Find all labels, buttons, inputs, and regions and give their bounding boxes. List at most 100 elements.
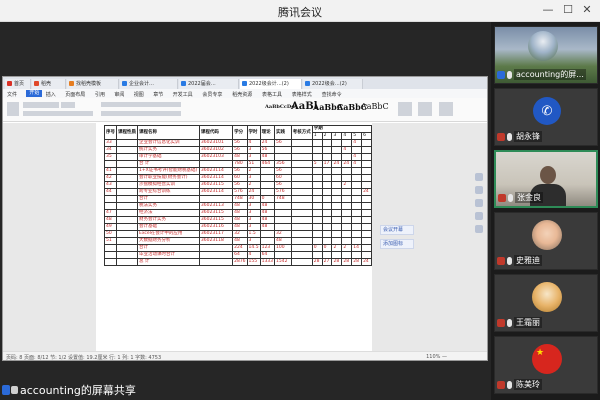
theory-cell: 1333 — [259, 258, 276, 266]
microphone-icon[interactable] — [507, 132, 512, 141]
close-button[interactable]: ✕ — [580, 3, 594, 17]
participant-tile[interactable]: accounting的屏... — [494, 26, 598, 84]
row-number-cell — [104, 160, 117, 168]
menu-item[interactable]: 开发工具 — [173, 91, 193, 98]
theory-cell — [259, 237, 276, 245]
practice-cell: 60 — [274, 174, 292, 182]
microphone-icon[interactable] — [507, 380, 512, 389]
toolbar-icon[interactable] — [475, 173, 483, 181]
participant-tile[interactable]: 张金良 — [494, 150, 598, 208]
paragraph-buttons[interactable] — [101, 102, 181, 107]
document-page: 序号 课程性质 课程名称 课程代码 学分 学时 理论 实践 考核方式 学期 1 2 3 4 5 6 33 企业会计… — [96, 123, 373, 353]
table-row: 47 经济法 36023115 48 3 48 — [104, 209, 372, 217]
course-name-cell: 毕业活动课时合计 — [137, 251, 200, 259]
microphone-icon[interactable] — [507, 256, 512, 265]
semester-cell — [351, 230, 363, 238]
style-sample-heading4[interactable]: AaBbC — [361, 102, 389, 111]
menu-item[interactable]: 会员专享 — [202, 91, 222, 98]
semester-cell: 2 — [341, 181, 353, 189]
font-name-select[interactable] — [23, 102, 59, 108]
menu-item[interactable]: 表格工具 — [262, 91, 282, 98]
screen-share-icon — [11, 386, 18, 394]
semester-header-cell: 5 — [351, 132, 363, 140]
menu-item[interactable]: 表格样式 — [292, 91, 312, 98]
zoom-level[interactable]: 110% — — [426, 354, 447, 360]
alignment-buttons[interactable] — [101, 111, 181, 116]
participant-nameplate: 张金良 — [498, 192, 543, 203]
microphone-icon[interactable] — [507, 318, 512, 327]
font-size-select[interactable] — [61, 102, 75, 108]
exam-cell — [290, 251, 313, 259]
semester-header-cell: 3 — [331, 132, 343, 140]
shared-screen-area: 首页 稻壳 找稻壳模板 企业会计… 2022届会… 2022级会计…(2) 2022级会…(… — [0, 22, 491, 400]
tencent-meeting-window: 腾讯会议 — ☐ ✕ 首页 稻壳 找稻壳模板 企业会计… 2022届会… 2022级会计…… — [0, 0, 600, 400]
participant-tile[interactable]: 史雅迪 — [494, 212, 598, 270]
browser-tab[interactable]: 企业会计… — [120, 79, 178, 89]
menu-item[interactable]: 引用 — [95, 91, 105, 98]
participant-tile[interactable]: 王霜丽 — [494, 274, 598, 332]
table-row: 毕业活动课时合计 64 4 64 — [104, 251, 372, 259]
semester-header-cell: 1 — [311, 132, 323, 140]
toolbar-icon[interactable] — [475, 212, 483, 220]
menu-item[interactable]: 审阅 — [114, 91, 124, 98]
credit-cell: 48 — [232, 209, 248, 217]
participant-tile[interactable]: ★ 陈美玲 — [494, 336, 598, 394]
menu-item[interactable]: 文件 — [7, 91, 17, 98]
browser-tab[interactable]: 2022级会计…(2) — [240, 79, 302, 89]
browser-tab[interactable]: 2022级会…(2) — [303, 79, 363, 89]
browser-tab[interactable]: 找稻壳模板 — [67, 79, 119, 89]
browser-tab[interactable]: 首页 — [5, 79, 31, 89]
row-number-cell: 33 — [104, 139, 117, 147]
toolbar-icon[interactable] — [475, 199, 483, 207]
menu-item[interactable]: 查找命令 — [322, 91, 342, 98]
side-panel-button-1[interactable]: 会议开幕 — [380, 225, 414, 235]
course-type-cell — [116, 139, 138, 147]
menu-item[interactable]: 章节 — [153, 91, 163, 98]
menu-item[interactable]: 开始 — [26, 90, 43, 97]
course-name-cell: 总 计 — [137, 258, 200, 266]
semester-cell — [331, 251, 343, 259]
hours-cell: 24 — [246, 188, 261, 196]
maximize-button[interactable]: ☐ — [561, 3, 575, 17]
user-icon — [497, 318, 505, 327]
semester-cell — [311, 139, 323, 147]
microphone-icon[interactable] — [508, 193, 513, 202]
tab-file-icon — [34, 81, 39, 86]
participant-video — [540, 166, 556, 184]
credit-cell: 56 — [232, 139, 248, 147]
menu-item[interactable]: 稻壳资源 — [232, 91, 252, 98]
theory-cell: 48 — [259, 202, 276, 210]
menu-item[interactable]: 视图 — [134, 91, 144, 98]
credit-cell: 64 — [232, 251, 248, 259]
side-panel-button-2[interactable]: 添加图标 — [380, 239, 414, 249]
minimize-button[interactable]: — — [541, 3, 555, 17]
semester-cell — [331, 139, 343, 147]
hours-cell: 30 — [246, 195, 261, 203]
menu-item[interactable]: 插入 — [46, 91, 56, 98]
toolbar-icon[interactable] — [475, 225, 483, 233]
menu-item[interactable]: 页面布局 — [65, 91, 85, 98]
find-replace-icon[interactable] — [398, 102, 412, 116]
course-type-cell — [116, 146, 138, 154]
paste-icon[interactable] — [7, 102, 19, 116]
microphone-icon[interactable] — [507, 70, 512, 79]
course-name-cell: 1+X证书考评(智能财税基础) — [137, 167, 200, 175]
participant-nameplate: 胡永锋 — [497, 131, 542, 142]
browser-tab[interactable]: 稻壳 — [32, 79, 66, 89]
semester-cell — [331, 167, 343, 175]
select-icon[interactable] — [439, 102, 453, 116]
semester-cell — [331, 202, 343, 210]
text-tools-icon[interactable] — [418, 102, 432, 116]
phone-icon: ✆ — [533, 97, 561, 125]
course-code-cell — [198, 160, 234, 168]
semester-cell — [351, 146, 363, 154]
participant-tile[interactable]: ✆ 胡永锋 — [494, 88, 598, 146]
font-format-buttons[interactable] — [23, 111, 93, 116]
row-number-cell — [104, 258, 117, 266]
toolbar-icon[interactable] — [475, 186, 483, 194]
browser-tab[interactable]: 2022届会… — [179, 79, 239, 89]
practice-cell — [274, 251, 292, 259]
semester-cell — [311, 230, 323, 238]
theory-cell: 48 — [259, 216, 276, 224]
host-icon — [497, 70, 505, 79]
